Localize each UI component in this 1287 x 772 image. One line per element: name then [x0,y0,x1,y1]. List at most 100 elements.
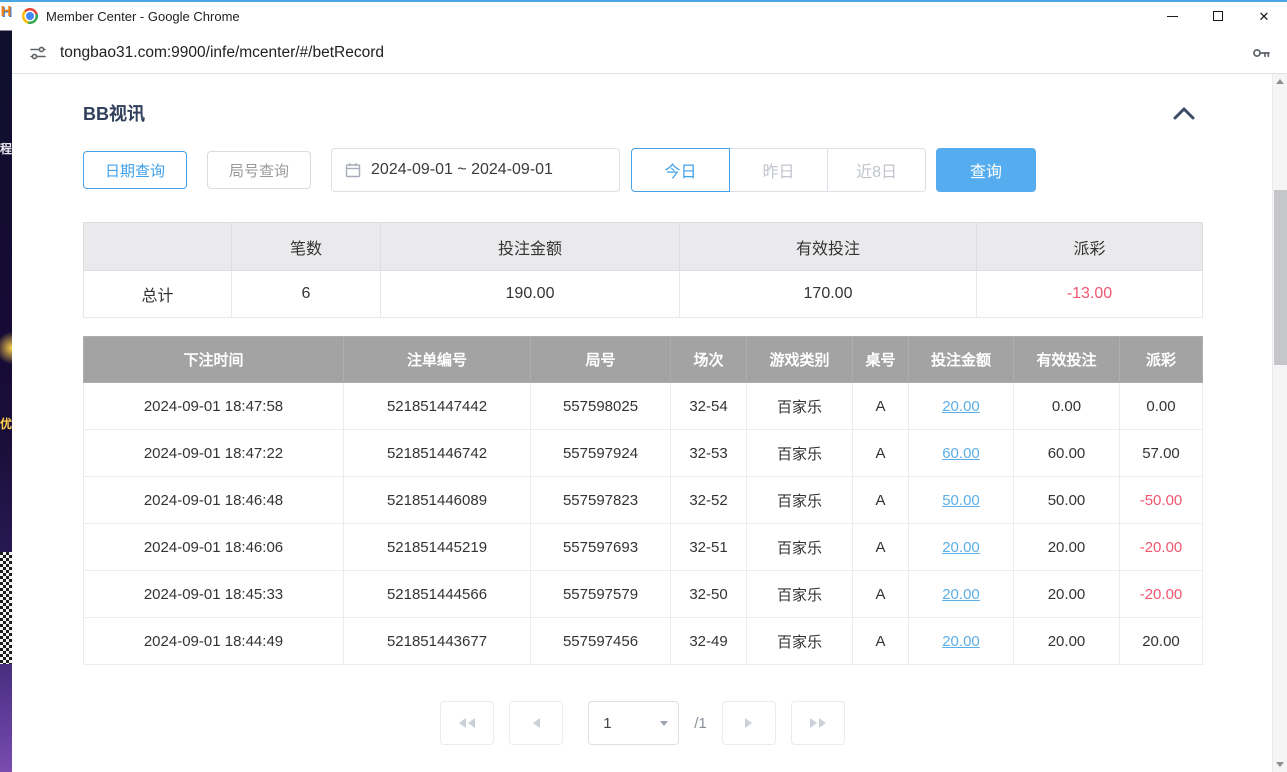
round-no-cell: 557597456 [531,618,671,665]
session-cell: 32-53 [671,430,747,477]
today-button[interactable]: 今日 [631,148,730,192]
prev-page-button[interactable] [509,701,563,745]
summary-count-value: 6 [232,271,381,318]
bet-amount-link[interactable]: 60.00 [942,445,980,462]
payout-cell: -20.00 [1120,524,1203,571]
table-row: 2024-09-01 18:47:22 521851446742 5575979… [84,430,1203,477]
double-left-arrow-icon [459,718,466,728]
valid-bet-cell: 20.00 [1014,618,1120,665]
collapse-chevron-icon[interactable] [1173,107,1195,120]
game-type-cell: 百家乐 [747,383,853,430]
close-button[interactable]: ✕ [1241,0,1287,32]
page-content: BB视讯 日期查询 局号查询 2024-09-01 ~ 2024-09-01 [12,74,1287,772]
section-title: BB视讯 [83,100,145,126]
payout-cell: 20.00 [1120,618,1203,665]
background-text-fragment: 程 [0,140,12,157]
page-select[interactable]: 1 [588,701,679,745]
browser-window: Member Center - Google Chrome ✕ tongbao3… [12,0,1287,772]
records-header-row: 下注时间 注单编号 局号 场次 游戏类别 桌号 投注金额 有效投注 派彩 [84,337,1203,383]
order-no-cell: 521851444566 [344,571,531,618]
date-query-tab[interactable]: 日期查询 [83,151,187,189]
bet-time-cell: 2024-09-01 18:46:06 [84,524,344,571]
round-no-cell: 557597924 [531,430,671,477]
scrollbar[interactable] [1272,74,1287,772]
site-settings-icon[interactable] [28,43,48,63]
col-order-no: 注单编号 [344,337,531,383]
session-cell: 32-50 [671,571,747,618]
col-game-type: 游戏类别 [747,337,853,383]
payout-cell: 0.00 [1120,383,1203,430]
background-glow-fragment [0,330,12,366]
search-button[interactable]: 查询 [936,148,1036,192]
bet-amount-cell: 20.00 [909,383,1014,430]
page-select-wrap: 1 [588,701,679,745]
session-cell: 32-51 [671,524,747,571]
first-page-button[interactable] [440,701,494,745]
col-table-no: 桌号 [853,337,909,383]
col-bet-time: 下注时间 [84,337,344,383]
summary-total-label: 总计 [84,271,232,318]
quick-date-group: 今日 昨日 近8日 [631,148,926,192]
summary-col-blank [84,223,232,271]
next-page-button[interactable] [722,701,776,745]
window-title: Member Center - Google Chrome [46,9,240,24]
minimize-button[interactable] [1149,0,1195,32]
background-window-strip: H 程 优 [0,0,12,772]
summary-col-payout: 派彩 [977,223,1203,271]
scrollbar-thumb[interactable] [1274,190,1287,365]
bet-amount-cell: 20.00 [909,524,1014,571]
order-no-cell: 521851447442 [344,383,531,430]
bet-amount-link[interactable]: 20.00 [942,398,980,415]
bet-amount-link[interactable]: 20.00 [942,633,980,650]
table-row: 2024-09-01 18:46:06 521851445219 5575976… [84,524,1203,571]
bet-amount-link[interactable]: 50.00 [942,492,980,509]
table-row: 2024-09-01 18:46:48 521851446089 5575978… [84,477,1203,524]
window-controls: ✕ [1149,0,1287,32]
bet-amount-link[interactable]: 20.00 [942,586,980,603]
chrome-logo-icon [22,8,38,24]
order-no-cell: 521851446742 [344,430,531,477]
summary-col-valid-bet: 有效投注 [680,223,977,271]
valid-bet-cell: 0.00 [1014,383,1120,430]
payout-cell: 57.00 [1120,430,1203,477]
address-bar[interactable]: tongbao31.com:9900/infe/mcenter/#/betRec… [12,32,1287,74]
table-no-cell: A [853,430,909,477]
password-key-icon[interactable] [1249,41,1273,65]
scrollbar-up-arrow[interactable] [1273,74,1287,89]
close-icon: ✕ [1259,10,1270,23]
page-total: /1 [694,715,707,732]
bet-time-cell: 2024-09-01 18:47:58 [84,383,344,430]
background-logo-fragment: H [0,3,12,20]
yesterday-button[interactable]: 昨日 [729,148,828,192]
date-range-input[interactable]: 2024-09-01 ~ 2024-09-01 [331,148,620,192]
summary-bet-amount-value: 190.00 [381,271,680,318]
last-8-days-button[interactable]: 近8日 [827,148,926,192]
round-query-tab[interactable]: 局号查询 [207,151,311,189]
scrollbar-down-arrow[interactable] [1273,757,1287,772]
game-type-cell: 百家乐 [747,571,853,618]
table-row: 2024-09-01 18:47:58 521851447442 5575980… [84,383,1203,430]
bet-amount-cell: 20.00 [909,571,1014,618]
last-page-button[interactable] [791,701,845,745]
left-arrow-icon [533,718,540,728]
bet-amount-link[interactable]: 20.00 [942,539,980,556]
round-no-cell: 557597823 [531,477,671,524]
col-bet-amount: 投注金额 [909,337,1014,383]
session-cell: 32-54 [671,383,747,430]
url-text[interactable]: tongbao31.com:9900/infe/mcenter/#/betRec… [60,44,384,62]
background-qrcode-fragment [0,552,12,664]
table-no-cell: A [853,524,909,571]
order-no-cell: 521851443677 [344,618,531,665]
filter-bar: 日期查询 局号查询 2024-09-01 ~ 2024-09-01 今日 昨日 … [83,148,1202,192]
date-range-value: 2024-09-01 ~ 2024-09-01 [371,161,553,179]
valid-bet-cell: 60.00 [1014,430,1120,477]
summary-col-bet-amount: 投注金额 [381,223,680,271]
payout-cell: -20.00 [1120,571,1203,618]
game-type-cell: 百家乐 [747,430,853,477]
payout-cell: -50.00 [1120,477,1203,524]
bet-amount-cell: 50.00 [909,477,1014,524]
round-no-cell: 557598025 [531,383,671,430]
table-no-cell: A [853,383,909,430]
background-text-fragment: 优 [0,415,12,432]
maximize-button[interactable] [1195,0,1241,32]
